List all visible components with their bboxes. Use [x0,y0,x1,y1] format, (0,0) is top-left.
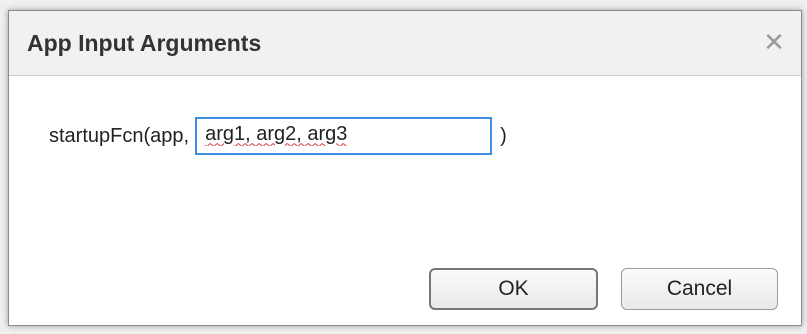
input-arguments-field[interactable] [195,117,493,155]
dialog-title: App Input Arguments [27,30,262,56]
dialog-title-bar: App Input Arguments ✕ [9,11,801,76]
signature-suffix: ) [500,124,507,147]
close-icon[interactable]: ✕ [759,27,789,57]
signature-prefix: startupFcn(app, [49,124,190,147]
cancel-button[interactable]: Cancel [621,268,778,310]
app-input-arguments-dialog: App Input Arguments ✕ startupFcn(app, ) … [8,10,802,326]
function-signature-row: startupFcn(app, ) [49,115,507,157]
ok-button[interactable]: OK [429,268,598,310]
